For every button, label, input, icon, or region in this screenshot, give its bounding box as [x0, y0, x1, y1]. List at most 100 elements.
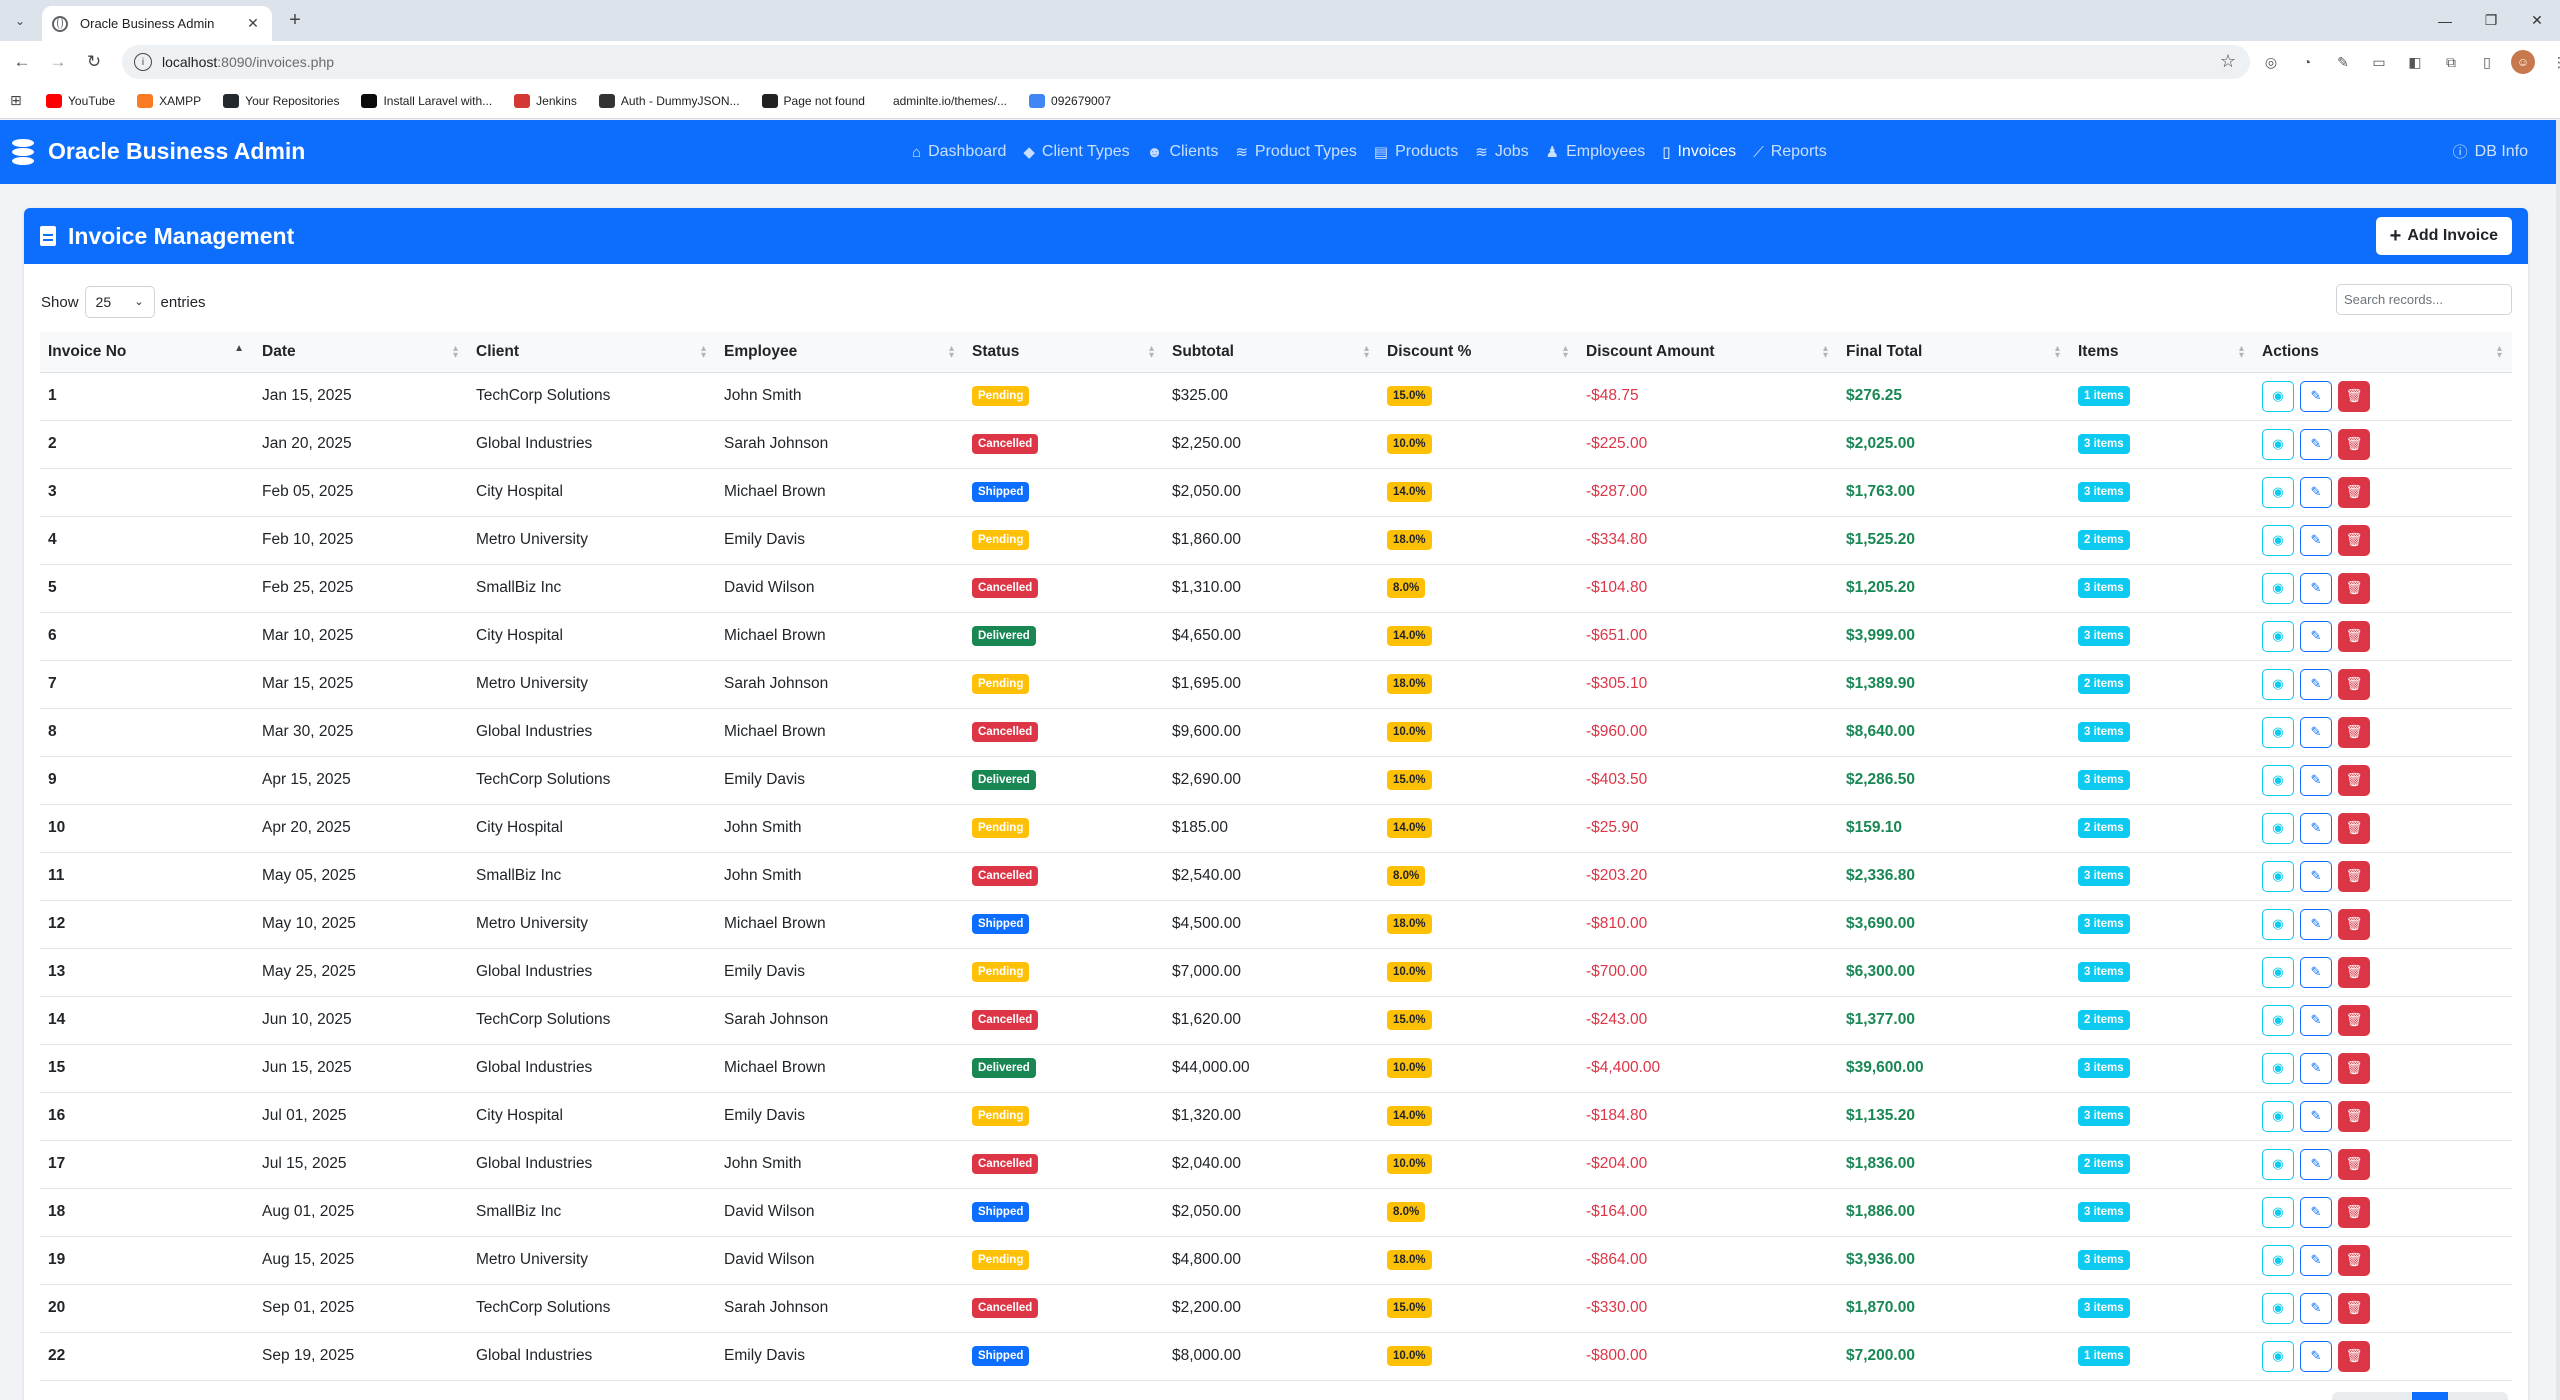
edit-button[interactable]: ✎: [2300, 572, 2332, 604]
view-button[interactable]: ◉: [2262, 1244, 2294, 1276]
brand[interactable]: Oracle Business Admin: [12, 138, 305, 165]
view-button[interactable]: ◉: [2262, 812, 2294, 844]
delete-button[interactable]: 🗑: [2338, 908, 2370, 940]
new-tab-button[interactable]: +: [283, 9, 307, 33]
edit-button[interactable]: ✎: [2300, 1052, 2332, 1084]
delete-button[interactable]: 🗑: [2338, 956, 2370, 988]
tab-search-icon[interactable]: ⌄: [8, 9, 32, 33]
edit-button[interactable]: ✎: [2300, 1196, 2332, 1228]
search-input[interactable]: [2336, 284, 2512, 315]
extension-edit-icon[interactable]: ◧: [2402, 50, 2428, 74]
edit-button[interactable]: ✎: [2300, 668, 2332, 700]
bookmark-item[interactable]: YouTube: [46, 93, 115, 108]
edit-button[interactable]: ✎: [2300, 812, 2332, 844]
nav-link-reports[interactable]: ⟋ Reports: [1753, 143, 1827, 161]
pagination-previous[interactable]: [2332, 1392, 2412, 1400]
nav-link-clients[interactable]: ☻ Clients: [1147, 143, 1219, 161]
edit-button[interactable]: ✎: [2300, 1148, 2332, 1180]
edit-button[interactable]: ✎: [2300, 1292, 2332, 1324]
column-header[interactable]: Final Total ▴ ▾: [1838, 332, 2070, 373]
column-header[interactable]: Client ▴ ▾: [468, 332, 716, 373]
forward-icon[interactable]: →: [46, 50, 70, 74]
delete-button[interactable]: 🗑: [2338, 1244, 2370, 1276]
edit-button[interactable]: ✎: [2300, 956, 2332, 988]
delete-button[interactable]: 🗑: [2338, 1292, 2370, 1324]
close-window-button[interactable]: ✕: [2514, 0, 2560, 41]
delete-button[interactable]: 🗑: [2338, 860, 2370, 892]
edit-button[interactable]: ✎: [2300, 1340, 2332, 1372]
bookmark-star-icon[interactable]: ☆: [2220, 51, 2236, 72]
nav-link-jobs[interactable]: ≋ Jobs: [1475, 143, 1528, 161]
edit-button[interactable]: ✎: [2300, 764, 2332, 796]
view-button[interactable]: ◉: [2262, 764, 2294, 796]
edit-button[interactable]: ✎: [2300, 860, 2332, 892]
delete-button[interactable]: 🗑: [2338, 1100, 2370, 1132]
edit-button[interactable]: ✎: [2300, 908, 2332, 940]
view-button[interactable]: ◉: [2262, 1052, 2294, 1084]
column-header[interactable]: Actions ▴ ▾: [2254, 332, 2512, 373]
page-scrollbar[interactable]: [2556, 120, 2560, 1400]
view-button[interactable]: ◉: [2262, 428, 2294, 460]
view-button[interactable]: ◉: [2262, 1292, 2294, 1324]
bookmark-item[interactable]: XAMPP: [137, 93, 201, 108]
view-button[interactable]: ◉: [2262, 476, 2294, 508]
delete-button[interactable]: 🗑: [2338, 428, 2370, 460]
delete-button[interactable]: 🗑: [2338, 572, 2370, 604]
db-info-link[interactable]: ⓘ DB Info: [2453, 141, 2528, 162]
bookmark-item[interactable]: Page not found: [761, 93, 865, 108]
extension-dropper-icon[interactable]: ✎: [2330, 50, 2356, 74]
bookmark-item[interactable]: adminlte.io/themes/...: [887, 94, 1007, 108]
extension-cast-icon[interactable]: ▭: [2366, 50, 2392, 74]
apps-grid-icon[interactable]: ⊞: [10, 92, 30, 109]
profile-avatar-button[interactable]: ☺: [2510, 50, 2536, 74]
column-header[interactable]: Discount % ▴ ▾: [1379, 332, 1578, 373]
nav-link-products[interactable]: ▤ Products: [1374, 143, 1458, 161]
view-button[interactable]: ◉: [2262, 524, 2294, 556]
bookmark-item[interactable]: Jenkins: [514, 93, 577, 108]
delete-button[interactable]: 🗑: [2338, 1148, 2370, 1180]
view-button[interactable]: ◉: [2262, 668, 2294, 700]
pagination-next[interactable]: [2448, 1392, 2508, 1400]
bookmark-item[interactable]: 092679007: [1029, 93, 1111, 108]
restore-button[interactable]: ❐: [2468, 0, 2514, 41]
sidebar-toggle-icon[interactable]: ▯: [2474, 50, 2500, 74]
edit-button[interactable]: ✎: [2300, 1244, 2332, 1276]
reload-icon[interactable]: ↻: [82, 50, 106, 74]
nav-link-invoices[interactable]: ▯ Invoices: [1662, 143, 1736, 161]
column-header[interactable]: Discount Amount ▴ ▾: [1578, 332, 1838, 373]
delete-button[interactable]: 🗑: [2338, 524, 2370, 556]
column-header[interactable]: Items ▴ ▾: [2070, 332, 2254, 373]
site-info-icon[interactable]: i: [134, 53, 152, 71]
delete-button[interactable]: 🗑: [2338, 1340, 2370, 1372]
extension-compass-icon[interactable]: ◎: [2258, 50, 2284, 74]
delete-button[interactable]: 🗑: [2338, 476, 2370, 508]
delete-button[interactable]: 🗑: [2338, 1196, 2370, 1228]
delete-button[interactable]: 🗑: [2338, 380, 2370, 412]
view-button[interactable]: ◉: [2262, 1148, 2294, 1180]
nav-link-employees[interactable]: ♟ Employees: [1546, 143, 1646, 161]
extensions-puzzle-icon[interactable]: ⧉: [2438, 50, 2464, 74]
entries-select[interactable]: 25 ⌄: [84, 286, 155, 318]
edit-button[interactable]: ✎: [2300, 620, 2332, 652]
column-header[interactable]: Date ▴ ▾: [254, 332, 468, 373]
edit-button[interactable]: ✎: [2300, 476, 2332, 508]
view-button[interactable]: ◉: [2262, 1196, 2294, 1228]
view-button[interactable]: ◉: [2262, 860, 2294, 892]
pagination-page-current[interactable]: [2412, 1392, 2448, 1400]
minimize-button[interactable]: —: [2422, 0, 2468, 41]
address-bar[interactable]: i localhost:8090/invoices.php ☆: [122, 45, 2250, 79]
delete-button[interactable]: 🗑: [2338, 716, 2370, 748]
view-button[interactable]: ◉: [2262, 380, 2294, 412]
delete-button[interactable]: 🗑: [2338, 764, 2370, 796]
view-button[interactable]: ◉: [2262, 620, 2294, 652]
edit-button[interactable]: ✎: [2300, 1004, 2332, 1036]
view-button[interactable]: ◉: [2262, 716, 2294, 748]
view-button[interactable]: ◉: [2262, 956, 2294, 988]
column-header[interactable]: Employee ▴ ▾: [716, 332, 964, 373]
edit-button[interactable]: ✎: [2300, 524, 2332, 556]
view-button[interactable]: ◉: [2262, 1340, 2294, 1372]
column-header[interactable]: Status ▴ ▾: [964, 332, 1164, 373]
view-button[interactable]: ◉: [2262, 908, 2294, 940]
column-header[interactable]: Subtotal ▴ ▾: [1164, 332, 1379, 373]
bookmark-item[interactable]: Auth - DummyJSON...: [598, 93, 740, 108]
